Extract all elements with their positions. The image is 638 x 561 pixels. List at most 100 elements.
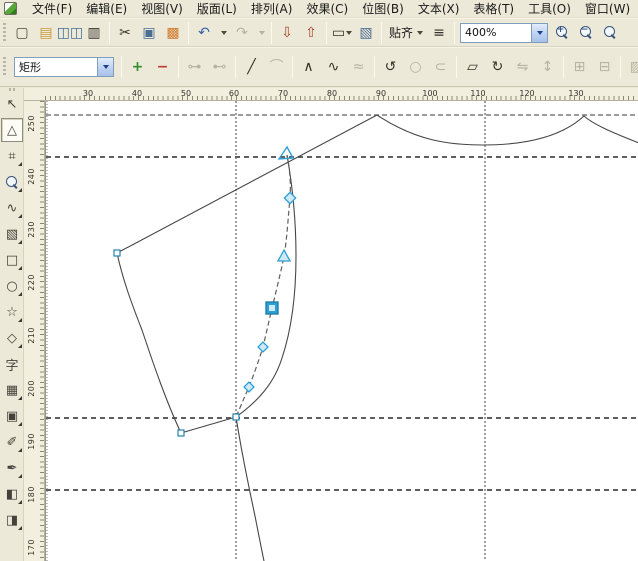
text-tool-icon: 字 [5,355,18,374]
print-button[interactable]: ▥ [83,22,105,44]
corner-node[interactable] [178,430,184,436]
vruler-label: 180 [27,486,36,503]
interactive-fill-tool[interactable]: ◨ [1,508,23,532]
toolbox-drag-handle[interactable] [9,88,15,91]
save-button[interactable]: ◫◫ [59,22,81,44]
zoom-in-button[interactable]: + [551,22,573,44]
sleeve-seam[interactable] [117,253,181,433]
menu-bitmaps[interactable]: 位图(B) [355,0,411,18]
cusp-node-button[interactable]: ∧ [297,55,320,79]
curve-node[interactable] [284,192,295,203]
menu-edit[interactable]: 编辑(E) [79,0,134,18]
junction-node[interactable] [233,414,239,420]
delete-node-button[interactable]: − [151,55,174,79]
curve-node[interactable] [278,250,290,261]
ellipse-tool[interactable]: ○ [1,274,23,298]
toolbar-drag-handle[interactable] [3,23,6,43]
export-button[interactable]: ⇧ [300,22,322,44]
eyedropper-tool[interactable]: ✐ [1,430,23,454]
zoom-level-combo[interactable]: 400% [460,23,548,43]
reverse-direction-button[interactable]: ↺ [379,55,402,79]
menu-effects[interactable]: 效果(C) [299,0,355,18]
vruler-label: 170 [27,539,36,556]
shape-tool[interactable]: △ [1,118,23,142]
freehand-tool[interactable]: ∿ [1,196,23,220]
armhole-curve-selected[interactable] [236,155,290,417]
menu-tools[interactable]: 工具(O) [521,0,578,18]
zoom-tool[interactable] [1,170,23,194]
zoom-out-button[interactable]: − [575,22,597,44]
menu-file[interactable]: 文件(F) [25,0,79,18]
redo-dropdown-button[interactable] [255,22,267,44]
new-document-icon: ▢ [15,26,28,40]
undo-button[interactable]: ↶ [193,22,215,44]
rotate-nodes-button[interactable]: ↻ [486,55,509,79]
reflect-vertical-button[interactable]: ↕ [536,55,559,79]
outline-pen-tool[interactable]: ✒ [1,456,23,480]
vertical-ruler[interactable]: 250 240 230 220 210 200 190 180 170 [24,101,45,561]
basic-shapes-tool[interactable]: ◇ [1,326,23,350]
table-grid-icon: ▦ [6,383,18,398]
polygon-tool[interactable]: ☆ [1,300,23,324]
break-nodes-button[interactable]: ⊷ [208,55,231,79]
add-node-button[interactable]: + [126,55,149,79]
shape-preset-combo[interactable]: 矩形 [14,57,114,77]
new-document-button[interactable]: ▢ [11,22,33,44]
zoom-page-button[interactable] [599,22,621,44]
redo-button[interactable]: ↷ [231,22,253,44]
curve-node[interactable] [258,342,268,352]
armhole-curve-front[interactable] [236,155,296,417]
blend-tool[interactable]: ▣ [1,404,23,428]
rectangle-icon: □ [6,253,18,268]
convert-to-line-button[interactable]: ╱ [240,55,263,79]
join-nodes-button[interactable]: ⊶ [183,55,206,79]
neckline-curve[interactable] [377,115,638,145]
menu-window[interactable]: 窗口(W) [578,0,637,18]
underarm-line[interactable] [181,417,236,433]
smooth-node-button[interactable]: ∿ [322,55,345,79]
smart-fill-tool[interactable]: ▧ [1,222,23,246]
menu-view[interactable]: 视图(V) [134,0,190,18]
pick-tool[interactable]: ↖ [1,92,23,116]
corner-node[interactable] [114,250,120,256]
menu-text[interactable]: 文本(X) [411,0,467,18]
undo-dropdown-button[interactable] [217,22,229,44]
extract-subpath-button[interactable]: ⊂ [429,55,452,79]
side-seam-curve[interactable] [236,417,264,561]
reflect-horizontal-button[interactable]: ⇋ [511,55,534,79]
shoulder-line[interactable] [117,115,377,253]
paste-button[interactable]: ▩ [162,22,184,44]
welcome-screen-button[interactable]: ▧ [355,22,377,44]
propbar-separator [563,56,564,78]
zoom-combo-dropdown-button[interactable] [531,24,547,42]
fill-tool[interactable]: ◧ [1,482,23,506]
align-nodes-button[interactable]: ⊞ [568,55,591,79]
import-button[interactable]: ⇩ [276,22,298,44]
horizontal-ruler[interactable]: 30 40 50 60 70 80 90 100 110 120 130 [24,88,638,101]
preset-combo-dropdown-button[interactable] [97,58,113,76]
menu-layout[interactable]: 版面(L) [190,0,244,18]
stretch-nodes-button[interactable]: ▱ [461,55,484,79]
drawing-canvas[interactable] [45,101,638,561]
crop-tool[interactable]: ⌗ [1,144,23,168]
options-button[interactable]: ≡ [428,22,450,44]
open-button[interactable]: ▤ [35,22,57,44]
curve-node[interactable] [244,382,254,392]
distribute-nodes-button[interactable]: ⊟ [593,55,616,79]
text-tool[interactable]: 字 [1,352,23,376]
snap-to-button[interactable]: 贴齐 [385,22,427,43]
extract-subpath-icon: ⊂ [435,60,447,74]
convert-to-curve-button[interactable]: ⌒ [265,55,288,79]
rectangle-tool[interactable]: □ [1,248,23,272]
property-bar: 矩形 + − ⊶ ⊷ ╱ ⌒ ∧ ∿ ≈ ↺ ○ ⊂ ▱ ↻ ⇋ ↕ ⊞ ⊟ ▨ [0,47,638,87]
property-bar-drag-handle[interactable] [3,57,6,77]
table-tool[interactable]: ▦ [1,378,23,402]
cut-button[interactable]: ✂ [114,22,136,44]
symmetric-node-button[interactable]: ≈ [347,55,370,79]
application-launcher-button[interactable]: ▭ [331,22,353,44]
menu-table[interactable]: 表格(T) [466,0,521,18]
curve-smoothness-button[interactable]: ▨ [625,55,638,79]
copy-button[interactable]: ▣ [138,22,160,44]
menu-arrange[interactable]: 排列(A) [244,0,300,18]
close-curve-button[interactable]: ○ [404,55,427,79]
